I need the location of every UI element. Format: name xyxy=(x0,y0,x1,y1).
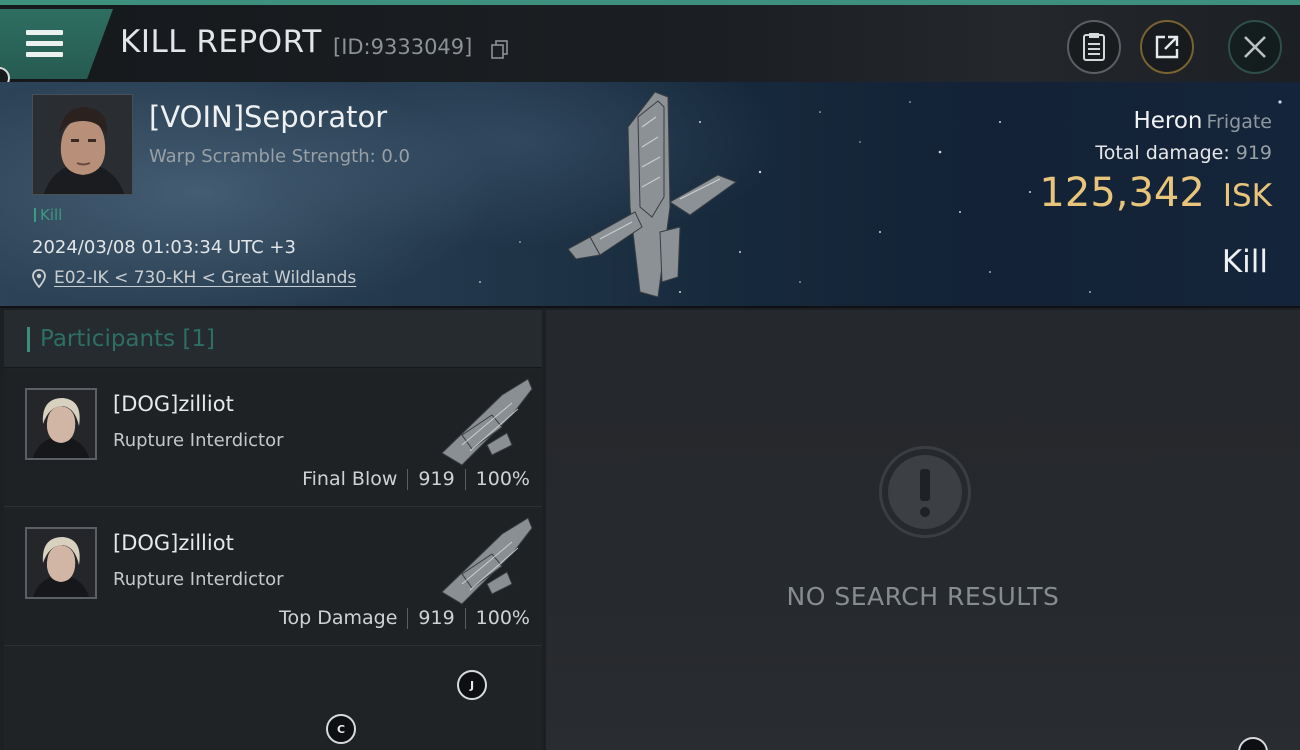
participants-header-accent xyxy=(27,327,30,352)
location-pin-icon xyxy=(32,268,46,288)
participant-ship-image xyxy=(441,378,533,466)
exclamation-icon xyxy=(879,446,971,538)
victim-avatar[interactable] xyxy=(32,94,133,195)
participant-name[interactable]: [DOG]zilliot xyxy=(113,531,234,555)
stat-divider xyxy=(464,468,466,490)
clipboard-button[interactable] xyxy=(1067,20,1121,74)
header-bar: KILL REPORT [ID:9333049] xyxy=(0,5,1300,82)
copy-icon[interactable] xyxy=(491,40,509,60)
participant-stats: Top Damage 919 100% xyxy=(279,607,530,629)
kill-datetime: 2024/03/08 01:03:34 UTC +3 xyxy=(32,237,296,258)
kill-banner: [VOIN]Seporator Warp Scramble Strength: … xyxy=(0,82,1300,308)
clipboard-icon xyxy=(1083,33,1105,61)
warp-scramble-strength: Warp Scramble Strength: 0.0 xyxy=(149,146,411,167)
victim-name[interactable]: [VOIN]Seporator xyxy=(149,100,387,134)
victim-ship-name: Heron Frigate xyxy=(1133,108,1272,134)
stat-divider xyxy=(407,468,409,490)
total-damage: Total damage: 919 xyxy=(1095,142,1272,164)
ship-class: Frigate xyxy=(1206,111,1272,133)
isk-amount: 125,342 xyxy=(1039,170,1205,216)
participant-row[interactable]: [DOG]zilliot Rupture Interdictor Final B… xyxy=(4,370,542,507)
participant-avatar[interactable] xyxy=(25,388,97,460)
participant-percent: 100% xyxy=(475,607,530,629)
stat-divider xyxy=(407,607,409,629)
isk-value: 125,342 ISK xyxy=(1039,170,1272,216)
results-panel: NO SEARCH RESULTS xyxy=(546,310,1300,750)
hamburger-menu-icon xyxy=(26,30,63,58)
ship-name[interactable]: Heron xyxy=(1133,108,1202,134)
participant-name[interactable]: [DOG]zilliot xyxy=(113,392,234,416)
victim-portrait-image xyxy=(33,95,132,194)
close-button[interactable] xyxy=(1228,20,1282,74)
isk-unit: ISK xyxy=(1222,178,1272,214)
total-damage-label: Total damage: xyxy=(1095,142,1230,164)
share-button[interactable] xyxy=(1140,20,1194,74)
total-damage-value: 919 xyxy=(1235,142,1272,164)
floating-marker-j[interactable]: J xyxy=(457,670,487,700)
participant-role: Final Blow xyxy=(302,468,398,490)
participants-header[interactable]: Participants [1] xyxy=(4,310,542,368)
participant-percent: 100% xyxy=(475,468,530,490)
no-results-message: NO SEARCH RESULTS xyxy=(786,582,1060,611)
participant-role: Top Damage xyxy=(279,607,398,629)
floating-marker-c[interactable]: C xyxy=(326,714,356,744)
participants-title: Participants [1] xyxy=(40,326,215,352)
participant-ship-image xyxy=(441,517,533,605)
page-title: KILL REPORT xyxy=(120,24,322,60)
kill-tag: Kill xyxy=(34,206,62,224)
participants-panel: Participants [1] [DOG]zilliot Rupture In… xyxy=(4,310,542,750)
participant-damage: 919 xyxy=(418,468,455,490)
location-link[interactable]: E02-IK < 730-KH < Great Wildlands xyxy=(32,268,356,288)
location-text: E02-IK < 730-KH < Great Wildlands xyxy=(54,268,357,288)
close-icon xyxy=(1244,36,1266,58)
victim-ship-image xyxy=(567,91,738,298)
menu-button[interactable] xyxy=(0,9,113,79)
participant-damage: 919 xyxy=(418,607,455,629)
participant-avatar[interactable] xyxy=(25,527,97,599)
share-icon xyxy=(1155,35,1179,59)
participant-stats: Final Blow 919 100% xyxy=(302,468,530,490)
participant-ship: Rupture Interdictor xyxy=(113,430,284,451)
participant-ship: Rupture Interdictor xyxy=(113,569,284,590)
report-id: [ID:9333049] xyxy=(333,35,473,59)
stat-divider xyxy=(464,607,466,629)
result-label: Kill xyxy=(1221,244,1268,280)
participant-row[interactable]: [DOG]zilliot Rupture Interdictor Top Dam… xyxy=(4,509,542,646)
